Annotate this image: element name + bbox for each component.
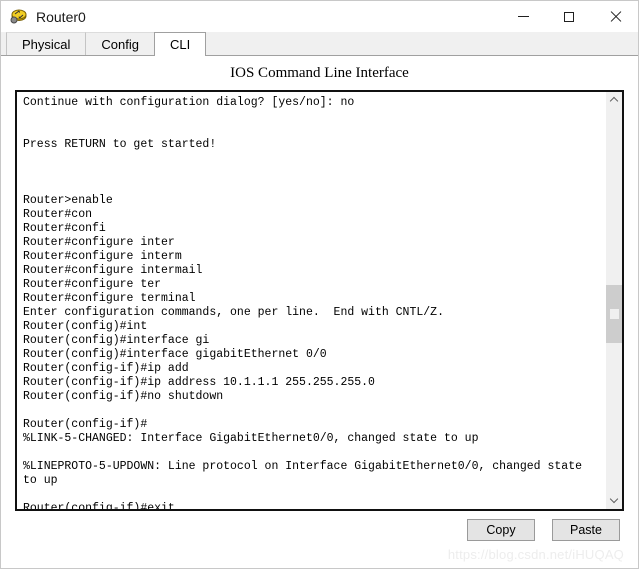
scrollbar-grip — [610, 308, 619, 319]
terminal-line: Continue with configuration dialog? [yes… — [23, 96, 355, 109]
terminal-line: Router(config-if)#ip address 10.1.1.1 25… — [23, 376, 375, 389]
terminal-line: Router>enable — [23, 194, 113, 207]
tab-cli[interactable]: CLI — [154, 32, 207, 56]
close-icon — [609, 11, 621, 23]
button-bar: Copy Paste — [1, 511, 638, 549]
title-bar: Router0 — [1, 1, 638, 32]
terminal-line: Router#configure inter — [23, 236, 175, 249]
maximize-button[interactable] — [546, 1, 592, 32]
title-bar-left: Router0 — [1, 8, 86, 26]
router-icon — [9, 8, 29, 26]
terminal-scrollbar[interactable] — [605, 92, 622, 509]
minimize-button[interactable] — [500, 1, 546, 32]
maximize-icon — [564, 11, 574, 22]
window-title: Router0 — [36, 8, 86, 25]
terminal-line: Router#configure intermail — [23, 264, 203, 277]
scroll-down-button[interactable] — [606, 492, 622, 509]
terminal-line: Enter configuration commands, one per li… — [23, 306, 444, 319]
tab-config[interactable]: Config — [85, 32, 155, 55]
cli-panel: IOS Command Line Interface Continue with… — [1, 56, 638, 568]
watermark: https://blog.csdn.net/iHUQAQ — [447, 547, 624, 562]
copy-button[interactable]: Copy — [467, 519, 535, 541]
terminal-line: Router(config)#interface gi — [23, 334, 210, 347]
router-cli-window: Router0 Physical Config CLI IOS Command … — [0, 0, 639, 569]
paste-button[interactable]: Paste — [552, 519, 620, 541]
terminal-line: Press RETURN to get started! — [23, 138, 217, 151]
terminal-line: Router(config)#interface gigabitEthernet… — [23, 348, 327, 361]
terminal-line: Router(config-if)# — [23, 418, 148, 431]
cli-heading: IOS Command Line Interface — [230, 65, 409, 81]
terminal-line: Router(config-if)#no shutdown — [23, 390, 224, 403]
terminal-line: Router#configure ter — [23, 278, 162, 291]
terminal-line: Router(config)#int — [23, 320, 148, 333]
scroll-up-button[interactable] — [606, 92, 622, 109]
terminal-line: Router(config-if)#exit — [23, 502, 175, 509]
tab-physical[interactable]: Physical — [6, 32, 87, 55]
scrollbar-thumb[interactable] — [606, 285, 622, 343]
terminal-frame: Continue with configuration dialog? [yes… — [15, 90, 624, 511]
terminal-line: Router#confi — [23, 222, 106, 235]
close-button[interactable] — [592, 1, 638, 32]
terminal-line: %LINK-5-CHANGED: Interface GigabitEthern… — [23, 432, 479, 445]
terminal-line: Router(config-if)#ip add — [23, 362, 189, 375]
chevron-up-icon — [611, 97, 618, 104]
terminal-line: Router#configure interm — [23, 250, 182, 263]
tab-bar: Physical Config CLI — [1, 32, 638, 56]
window-controls — [500, 1, 638, 32]
terminal-line: to up — [23, 474, 58, 487]
terminal-output[interactable]: Continue with configuration dialog? [yes… — [17, 92, 605, 509]
chevron-down-icon — [611, 497, 618, 504]
terminal-line: Router#configure terminal — [23, 292, 196, 305]
minimize-icon — [517, 16, 529, 17]
terminal-line: Router#con — [23, 208, 93, 221]
terminal-line: %LINEPROTO-5-UPDOWN: Line protocol on In… — [23, 460, 582, 473]
